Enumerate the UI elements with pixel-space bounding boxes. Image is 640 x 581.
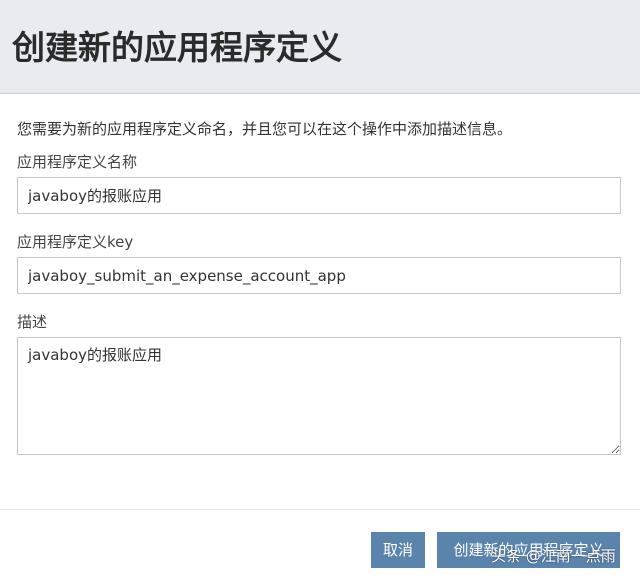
- description-textarea[interactable]: javaboy的报账应用: [17, 337, 621, 455]
- create-app-definition-button[interactable]: 创建新的应用程序定义: [437, 532, 620, 568]
- create-app-definition-dialog: 创建新的应用程序定义 您需要为新的应用程序定义命名，并且您可以在这个操作中添加描…: [0, 0, 640, 581]
- cancel-button[interactable]: 取消: [371, 532, 425, 568]
- dialog-title: 创建新的应用程序定义: [12, 28, 342, 67]
- key-input[interactable]: [17, 257, 621, 294]
- dialog-header: 创建新的应用程序定义: [0, 0, 640, 94]
- name-label: 应用程序定义名称: [17, 153, 138, 171]
- description-label: 描述: [17, 313, 48, 331]
- name-input[interactable]: [17, 177, 621, 214]
- footer-divider: [0, 509, 640, 510]
- key-label: 应用程序定义key: [17, 233, 134, 251]
- intro-text: 您需要为新的应用程序定义命名，并且您可以在这个操作中添加描述信息。: [17, 120, 513, 138]
